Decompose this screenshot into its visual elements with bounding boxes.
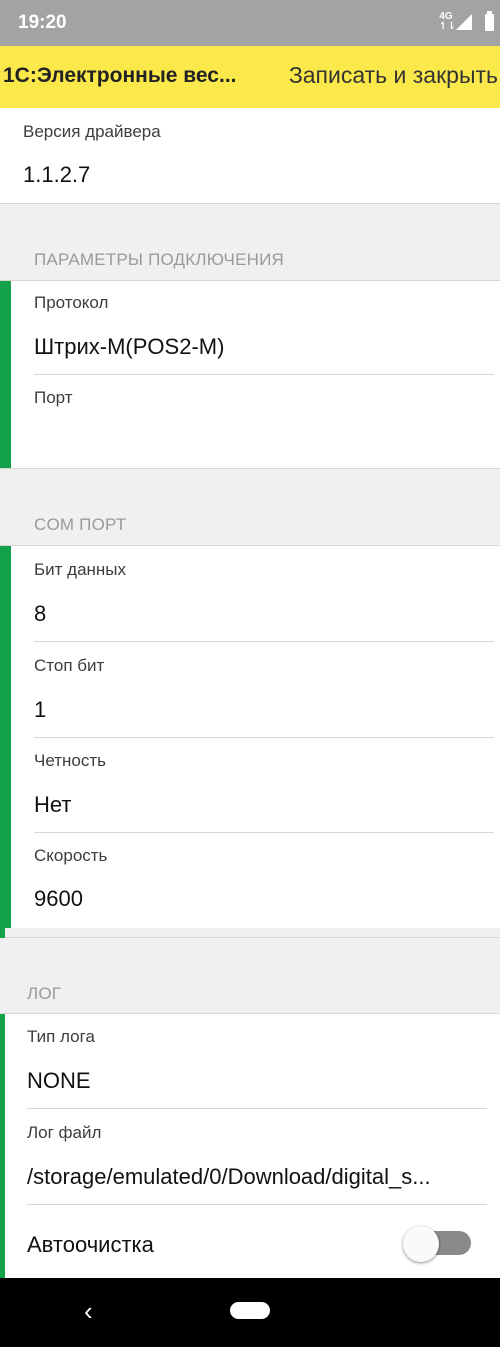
status-bar: 19:20 4G ↿⇂ <box>0 0 500 46</box>
speed-label: Скорость <box>34 846 108 865</box>
back-icon[interactable]: ‹ <box>84 1296 93 1327</box>
autoclean-label: Автоочистка <box>27 1232 154 1257</box>
section-title-connection: ПАРАМЕТРЫ ПОДКЛЮЧЕНИЯ <box>34 250 284 269</box>
stop-bits-label: Стоп бит <box>34 656 105 675</box>
driver-version-value: 1.1.2.7 <box>23 162 91 187</box>
parity-field[interactable]: Нет <box>34 792 71 818</box>
divider <box>34 737 494 738</box>
stop-bits-field[interactable]: 1 <box>34 697 46 723</box>
com-port-block: Бит данных 8 Стоп бит 1 Четность Нет Ско… <box>0 545 500 928</box>
section-header-connection: ПАРАМЕТРЫ ПОДКЛЮЧЕНИЯ <box>0 203 500 280</box>
parity-label: Четность <box>34 751 106 770</box>
log-file-field[interactable]: /storage/emulated/0/Download/digital_s..… <box>27 1164 431 1190</box>
log-type-label: Тип лога <box>27 1027 95 1046</box>
log-file-label: Лог файл <box>27 1123 102 1142</box>
battery-icon <box>485 11 494 31</box>
driver-version-label: Версия драйвера <box>23 122 161 141</box>
app-bar: 1С:Электронные вес... Записать и закрыть <box>0 46 500 108</box>
network-type-label: 4G <box>439 11 453 22</box>
divider <box>34 832 494 833</box>
port-field[interactable] <box>34 427 434 455</box>
divider <box>27 1108 487 1109</box>
divider <box>34 641 494 642</box>
driver-version-block: Версия драйвера 1.1.2.7 <box>0 108 500 203</box>
section-title-log: ЛОГ <box>27 984 62 1003</box>
autoclean-toggle[interactable] <box>403 1226 473 1262</box>
protocol-field[interactable]: Штрих-М(POS2-M) <box>34 334 224 360</box>
port-label: Порт <box>34 388 73 407</box>
save-and-close-button[interactable]: Записать и закрыть <box>289 62 498 89</box>
protocol-label: Протокол <box>34 293 109 312</box>
network-type-icon: 4G ↿⇂ <box>439 11 456 32</box>
divider <box>34 374 494 375</box>
data-bits-label: Бит данных <box>34 560 127 579</box>
signal-icon <box>456 14 472 30</box>
home-pill-icon[interactable] <box>230 1302 270 1319</box>
status-time: 19:20 <box>18 12 67 33</box>
accent-connector <box>0 928 5 938</box>
section-header-log: ЛОГ <box>0 937 500 1013</box>
log-type-field[interactable]: NONE <box>27 1068 91 1094</box>
page-title: 1С:Электронные вес... <box>3 64 237 87</box>
divider <box>27 1204 487 1205</box>
app-screen: 19:20 4G ↿⇂ 1С:Электронные вес... Записат… <box>0 0 500 1347</box>
data-bits-field[interactable]: 8 <box>34 601 46 627</box>
connection-block: Протокол Штрих-М(POS2-M) Порт <box>0 280 500 468</box>
toggle-thumb <box>403 1226 439 1262</box>
section-header-com-port: COM ПОРТ <box>0 468 500 545</box>
speed-field[interactable]: 9600 <box>34 886 83 912</box>
section-title-com-port: COM ПОРТ <box>34 515 127 534</box>
navigation-bar: ‹ <box>0 1278 500 1347</box>
